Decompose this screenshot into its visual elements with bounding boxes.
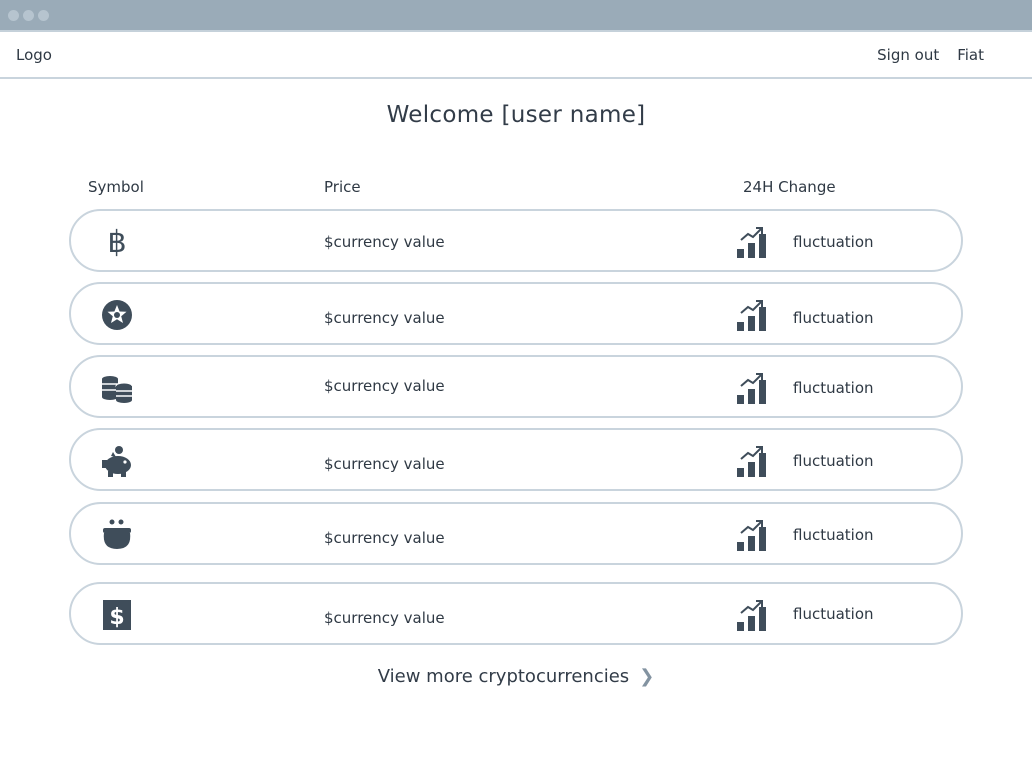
crypto-row[interactable]: ฿ $currency value fluctuation bbox=[69, 209, 963, 272]
column-header-symbol: Symbol bbox=[88, 178, 144, 196]
crypto-row[interactable]: $currency value fluctuation bbox=[69, 282, 963, 345]
trend-up-chart-icon bbox=[735, 517, 771, 553]
nav-links: Sign out Fiat bbox=[877, 46, 984, 64]
crypto-row[interactable]: $currency value fluctuation bbox=[69, 428, 963, 491]
change-value: fluctuation bbox=[793, 379, 874, 397]
sign-out-link[interactable]: Sign out bbox=[877, 46, 939, 64]
trend-up-chart-icon bbox=[735, 443, 771, 479]
change-value: fluctuation bbox=[793, 605, 874, 623]
trend-up-chart-icon bbox=[735, 597, 771, 633]
price-value: $currency value bbox=[324, 309, 445, 327]
welcome-heading: Welcome [user name] bbox=[386, 102, 646, 128]
badge-star-icon bbox=[99, 297, 135, 333]
piggy-bank-icon bbox=[99, 443, 135, 479]
dollar-bill-icon: $ bbox=[99, 597, 135, 633]
change-value: fluctuation bbox=[793, 526, 874, 544]
crypto-row[interactable]: $ $currency value fluctuation bbox=[69, 582, 963, 645]
coin-stacks-icon bbox=[99, 370, 135, 406]
top-navbar: Logo Sign out Fiat bbox=[0, 34, 1032, 79]
trend-up-chart-icon bbox=[735, 297, 771, 333]
price-value: $currency value bbox=[324, 609, 445, 627]
change-value: fluctuation bbox=[793, 452, 874, 470]
coin-purse-icon bbox=[99, 517, 135, 553]
window-dot[interactable] bbox=[8, 10, 19, 21]
change-value: fluctuation bbox=[793, 309, 874, 327]
trend-up-chart-icon bbox=[735, 370, 771, 406]
svg-text:฿: ฿ bbox=[107, 225, 126, 260]
view-more-link[interactable]: View more cryptocurrencies ❯ bbox=[0, 666, 1032, 687]
window-titlebar bbox=[0, 0, 1032, 32]
view-more-label: View more cryptocurrencies bbox=[377, 666, 630, 687]
bitcoin-icon: ฿ bbox=[99, 224, 135, 260]
column-header-price: Price bbox=[324, 178, 361, 196]
price-value: $currency value bbox=[324, 455, 445, 473]
window-dot[interactable] bbox=[38, 10, 49, 21]
crypto-row[interactable]: $currency value fluctuation bbox=[69, 355, 963, 418]
fiat-link[interactable]: Fiat bbox=[957, 46, 984, 64]
price-value: $currency value bbox=[324, 233, 445, 251]
column-header-change: 24H Change bbox=[743, 178, 836, 196]
price-value: $currency value bbox=[324, 529, 445, 547]
window-controls bbox=[8, 10, 49, 21]
trend-up-chart-icon bbox=[735, 224, 771, 260]
price-value: $currency value bbox=[324, 377, 445, 395]
svg-text:$: $ bbox=[109, 605, 124, 630]
change-value: fluctuation bbox=[793, 233, 874, 251]
chevron-right-icon: ❯ bbox=[639, 666, 655, 687]
logo[interactable]: Logo bbox=[16, 46, 52, 64]
window-dot[interactable] bbox=[23, 10, 34, 21]
crypto-row[interactable]: $currency value fluctuation bbox=[69, 502, 963, 565]
